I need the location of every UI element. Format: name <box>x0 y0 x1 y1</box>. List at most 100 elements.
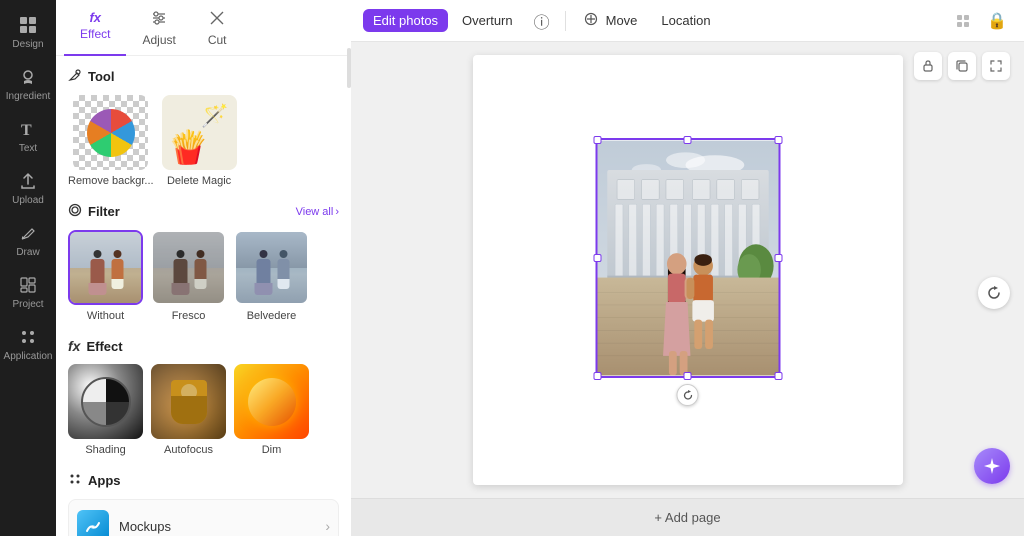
sidebar-label-ingredient: Ingredient <box>6 91 50 102</box>
filter-icon <box>68 203 82 220</box>
mockups-label: Mockups <box>119 519 171 534</box>
canvas-expand-btn[interactable] <box>982 52 1010 80</box>
tab-cut[interactable]: Cut <box>192 0 243 55</box>
filter-view-all[interactable]: View all › <box>296 206 339 218</box>
ingredient-icon <box>17 66 39 88</box>
handle-bottom-left[interactable] <box>593 372 601 380</box>
photo-container[interactable] <box>595 138 780 378</box>
handle-middle-right[interactable] <box>774 254 782 262</box>
sidebar-item-design[interactable]: Design <box>4 8 52 56</box>
sidebar-label-application: Application <box>4 351 53 362</box>
handle-bottom-middle[interactable] <box>684 372 692 380</box>
sidebar-item-ingredient[interactable]: Ingredient <box>4 60 52 108</box>
apps-icon <box>68 472 82 489</box>
handle-top-left[interactable] <box>593 136 601 144</box>
adjust-tab-icon <box>151 10 167 31</box>
canvas-float-buttons <box>914 52 1010 80</box>
canvas-copy-btn[interactable] <box>948 52 976 80</box>
effect-shading[interactable]: Shading <box>68 364 143 456</box>
tool-icon <box>68 68 82 85</box>
effect-section-icon: fx <box>68 338 80 354</box>
sidebar-label-project: Project <box>12 299 43 310</box>
panel: fx Effect Adjust Cut <box>56 0 351 536</box>
tool-section-title: Tool <box>68 68 339 85</box>
apps-mockups-item[interactable]: Mockups › <box>68 499 339 536</box>
tab-cut-label: Cut <box>208 33 227 47</box>
tab-effect-label: Effect <box>80 27 110 41</box>
filter-fresco-label: Fresco <box>172 310 206 322</box>
tab-adjust[interactable]: Adjust <box>126 0 191 55</box>
refresh-btn[interactable] <box>978 277 1010 309</box>
sidebar-item-application[interactable]: Application <box>4 320 52 368</box>
tab-effect[interactable]: fx Effect <box>64 0 126 55</box>
filter-without-label: Without <box>87 310 124 322</box>
move-icon <box>584 12 601 29</box>
lock-icon: 🔒 <box>987 11 1007 31</box>
panel-content[interactable]: Tool Remove backgr... 🪄 🍟 Delete Magic <box>56 56 351 536</box>
tool-remove-bg[interactable]: Remove backgr... <box>68 95 154 187</box>
photo-image <box>597 140 778 376</box>
design-icon <box>17 14 39 36</box>
edit-photos-button[interactable]: Edit photos <box>363 9 448 32</box>
project-icon <box>17 274 39 296</box>
sidebar-item-draw[interactable]: Draw <box>4 216 52 264</box>
effect-autofocus[interactable]: Autofocus <box>151 364 226 456</box>
text-icon: T <box>17 118 39 140</box>
lock-icon-btn[interactable]: 🔒 <box>982 6 1012 36</box>
filter-belvedere[interactable]: Belvedere <box>234 230 309 322</box>
handle-top-right[interactable] <box>774 136 782 144</box>
handle-top-middle[interactable] <box>684 136 692 144</box>
rotate-handle[interactable] <box>677 384 699 406</box>
sidebar-item-upload[interactable]: Upload <box>4 164 52 212</box>
effect-dim[interactable]: Dim <box>234 364 309 456</box>
overturn-button[interactable]: Overturn <box>452 9 523 32</box>
effect-grid: Shading Autofocus <box>68 364 339 456</box>
apps-item-left: Mockups <box>77 510 171 536</box>
application-icon <box>17 326 39 348</box>
sidebar-label-draw: Draw <box>16 247 39 258</box>
filter-fresco[interactable]: Fresco <box>151 230 226 322</box>
effect-autofocus-label: Autofocus <box>164 444 213 456</box>
effect-dim-label: Dim <box>262 444 282 456</box>
effect-tab-icon: fx <box>89 10 101 25</box>
mosaic-icon-btn[interactable] <box>948 6 978 36</box>
effect-shading-label: Shading <box>85 444 125 456</box>
mockups-icon <box>77 510 109 536</box>
filter-section-header: Filter View all › <box>68 203 339 220</box>
apps-section: Apps Mockups › ℹ You're using a ph <box>68 472 339 536</box>
chevron-right-icon: › <box>335 206 339 218</box>
panel-tabs: fx Effect Adjust Cut <box>56 0 351 56</box>
sidebar-item-text[interactable]: T Text <box>4 112 52 160</box>
handle-bottom-right[interactable] <box>774 372 782 380</box>
toolbar-divider <box>565 11 566 31</box>
add-page-bar[interactable]: + Add page <box>351 498 1024 536</box>
main-area: Edit photos Overturn ⓘ Move Location <box>351 0 1024 536</box>
move-button[interactable]: Move <box>574 8 648 33</box>
left-sidebar: Design Ingredient T Text Upload <box>0 0 56 536</box>
filter-belvedere-label: Belvedere <box>247 310 297 322</box>
sparkle-button[interactable] <box>974 448 1010 484</box>
tool-section: Tool Remove backgr... 🪄 🍟 Delete Magic <box>68 68 339 187</box>
canvas-lock-btn[interactable] <box>914 52 942 80</box>
draw-icon <box>17 222 39 244</box>
filter-section-title: Filter <box>68 203 120 220</box>
info-button[interactable]: ⓘ <box>527 6 557 36</box>
canvas-page[interactable] <box>473 55 903 485</box>
tool-remove-bg-label: Remove backgr... <box>68 175 154 187</box>
effect-section-title: fx Effect <box>68 338 339 354</box>
tool-delete-magic[interactable]: 🪄 🍟 Delete Magic <box>162 95 237 187</box>
location-button[interactable]: Location <box>651 9 720 32</box>
sidebar-label-text: Text <box>19 143 37 154</box>
canvas-area[interactable] <box>351 42 1024 498</box>
info-circle-icon: ⓘ <box>534 9 550 33</box>
sidebar-item-project[interactable]: Project <box>4 268 52 316</box>
cut-tab-icon <box>209 10 225 31</box>
handle-middle-left[interactable] <box>593 254 601 262</box>
mockups-chevron-icon: › <box>325 518 330 534</box>
filter-grid: Without <box>68 230 339 322</box>
tool-grid: Remove backgr... 🪄 🍟 Delete Magic <box>68 95 339 187</box>
effect-section: fx Effect Shading <box>68 338 339 456</box>
filter-section: Filter View all › <box>68 203 339 322</box>
filter-without[interactable]: Without <box>68 230 143 322</box>
wand-icon: 🪄 <box>201 103 228 129</box>
